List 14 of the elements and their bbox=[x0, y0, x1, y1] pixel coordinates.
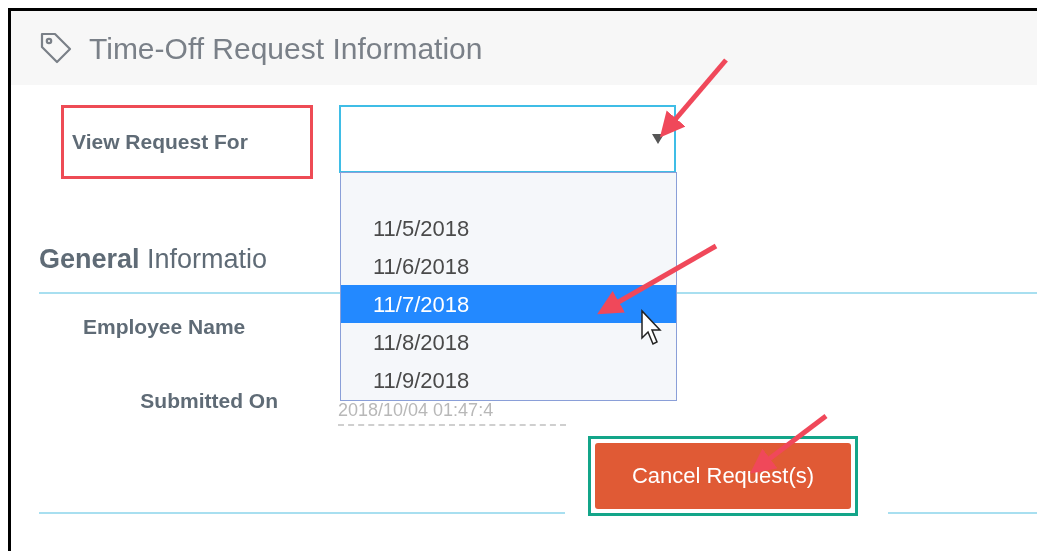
dropdown-option[interactable]: 11/6/2018 bbox=[341, 247, 676, 285]
dropdown-option[interactable]: 11/5/2018 bbox=[341, 209, 676, 247]
panel-title: Time-Off Request Information bbox=[89, 30, 483, 67]
cursor-icon bbox=[641, 309, 662, 346]
date-select[interactable] bbox=[339, 105, 676, 173]
field-label: Submitted On bbox=[140, 388, 278, 412]
field-label: Employee Name bbox=[83, 314, 246, 338]
section-title: General Informatio bbox=[39, 244, 268, 274]
dropdown-option[interactable]: 11/9/2018 bbox=[341, 361, 676, 399]
tag-icon bbox=[39, 31, 73, 65]
field-label: View Request For bbox=[72, 129, 248, 156]
caret-icon bbox=[652, 134, 664, 144]
cancel-request-button[interactable]: Cancel Request(s) bbox=[595, 442, 851, 509]
dropdown-option[interactable]: 11/8/2018 bbox=[341, 323, 676, 361]
